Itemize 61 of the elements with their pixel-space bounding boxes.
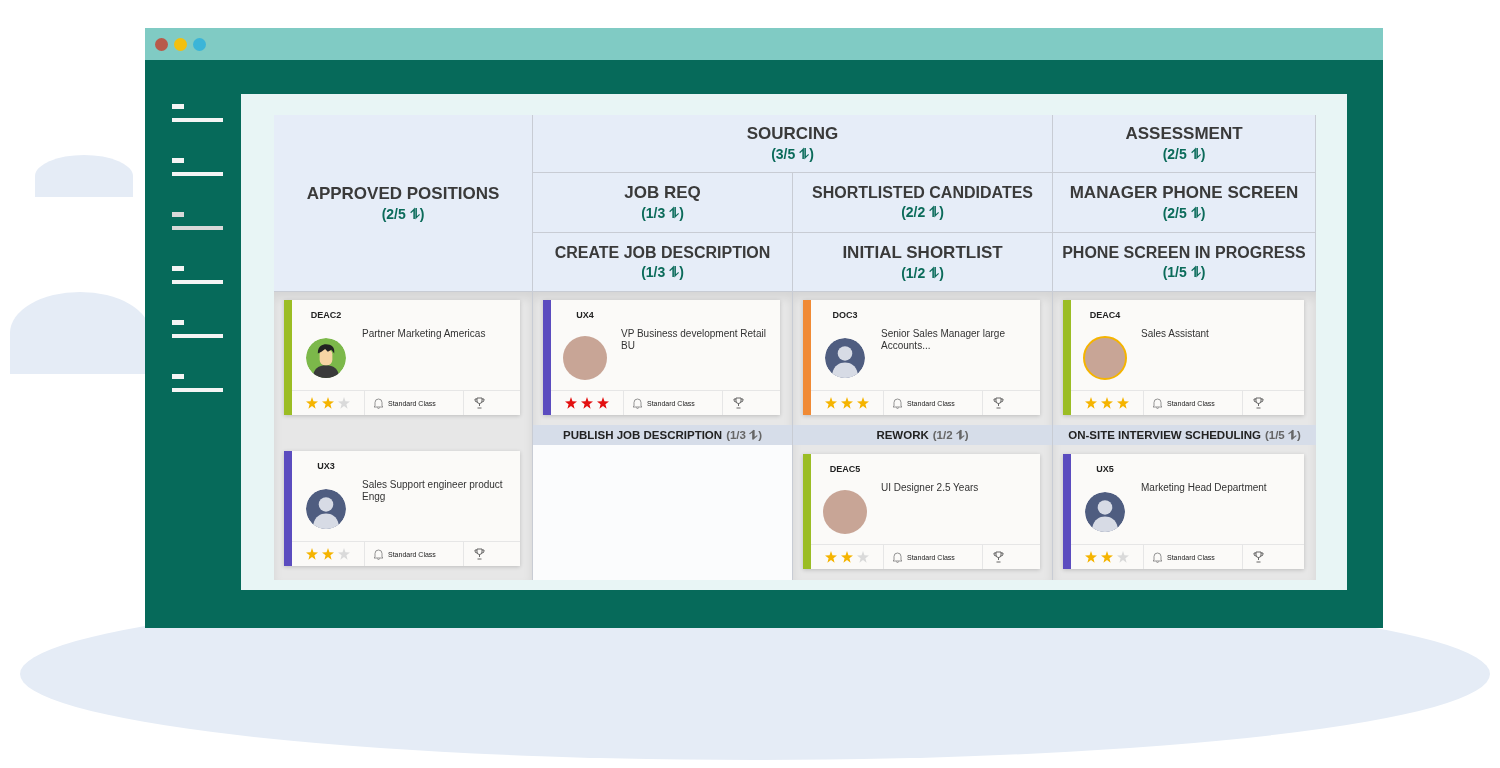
stage-title: MANAGER PHONE SCREEN	[1069, 183, 1299, 203]
bell-icon	[1152, 551, 1163, 563]
stage-title: ASSESSMENT	[1125, 124, 1243, 144]
substage-count: (1/3 ⥮)	[726, 428, 762, 442]
bell-icon	[632, 397, 643, 409]
stage-count: (1/3 ⥮)	[641, 205, 684, 222]
substage-count: (1/2 ⥮)	[932, 428, 969, 442]
trophy-icon[interactable]	[1253, 397, 1264, 409]
card-title: Marketing Head Department	[1141, 481, 1268, 495]
sidebar-item-icon[interactable]	[172, 320, 223, 338]
window-dot-icon[interactable]	[155, 37, 168, 51]
card-code: DOC3	[831, 310, 859, 322]
stage-count: (2/5 ⥮)	[1162, 205, 1206, 222]
stage-count: (1/2 ⥮)	[901, 264, 944, 282]
stage-count: (2/2 ⥮)	[901, 204, 944, 221]
card-code: UX4	[575, 310, 595, 322]
card-code: DEAC4	[1088, 310, 1122, 322]
trophy-icon[interactable]	[993, 551, 1004, 563]
stage-title: CREATE JOB DESCRIPTION	[554, 243, 771, 262]
card-code: DEAC5	[828, 464, 862, 476]
bell-icon	[892, 397, 903, 409]
stage-title: SOURCING	[746, 124, 839, 144]
bell-icon	[373, 548, 384, 560]
bell-icon	[373, 397, 384, 409]
stage-count: (1/3 ⥮)	[641, 263, 684, 281]
stage-title: INITIAL SHORTLIST	[842, 242, 1003, 263]
card-title: UI Designer 2.5 Years	[881, 481, 980, 495]
sidebar-item-icon[interactable]	[172, 266, 223, 284]
card-code: DEAC2	[309, 310, 343, 322]
trophy-icon[interactable]	[474, 397, 485, 409]
stage-count: (3/5 ⥮)	[771, 146, 814, 163]
trophy-icon[interactable]	[474, 548, 485, 560]
substage-title: REWORK	[876, 429, 929, 441]
window-dot-icon[interactable]	[193, 37, 206, 51]
card-title: VP Business development Retail BU	[621, 327, 767, 353]
sidebar-item-icon[interactable]	[172, 212, 223, 230]
window-dot-icon[interactable]	[174, 37, 187, 51]
substage-count: (1/5 ⥮)	[1264, 428, 1301, 442]
sidebar-item-icon[interactable]	[172, 158, 223, 176]
substage-title: PUBLISH JOB DESCRIPTION	[563, 429, 723, 441]
stage-title: SHORTLISTED CANDIDATES	[811, 184, 1033, 202]
substage-title: ON-SITE INTERVIEW SCHEDULING	[1068, 429, 1261, 441]
card-code: UX3	[316, 461, 336, 473]
trophy-icon[interactable]	[733, 397, 744, 409]
sidebar-item-icon[interactable]	[172, 374, 223, 392]
bell-icon	[1152, 397, 1163, 409]
trophy-icon[interactable]	[1253, 551, 1264, 563]
sidebar-item-icon[interactable]	[172, 104, 223, 122]
card-title: Senior Sales Manager large Accounts...	[881, 327, 1006, 353]
stage-title: JOB REQ	[624, 183, 701, 203]
bell-icon	[892, 551, 903, 563]
card-title: Sales Assistant	[1141, 327, 1210, 341]
stage-count: (2/5 ⥮)	[1162, 146, 1206, 163]
card-title: Sales Support engineer product Engg	[362, 478, 504, 504]
card-code: UX5	[1095, 464, 1115, 476]
stage-title: PHONE SCREEN IN PROGRESS	[1062, 243, 1306, 262]
stage-title: APPROVED POSITIONS	[306, 183, 500, 204]
stage-count: (2/5 ⥮)	[381, 205, 425, 223]
card-title: Partner Marketing Americas	[362, 327, 487, 341]
stage-count: (1/5 ⥮)	[1162, 263, 1206, 281]
trophy-icon[interactable]	[993, 397, 1004, 409]
